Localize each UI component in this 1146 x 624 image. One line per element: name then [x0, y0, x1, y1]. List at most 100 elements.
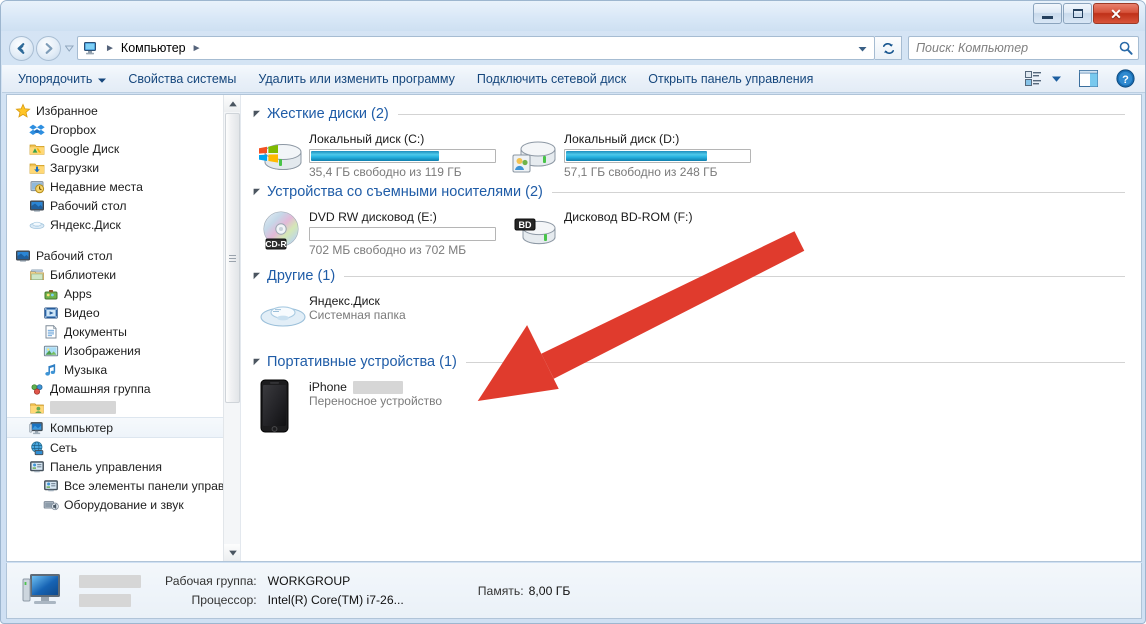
sidebar-item-недавние-места[interactable]: Недавние места — [7, 177, 240, 196]
scrollbar-grip — [229, 253, 236, 264]
homegroup-icon — [29, 381, 45, 397]
close-button[interactable]: ✕ — [1093, 3, 1139, 24]
sidebar-item-label: Все элементы панели управле — [64, 478, 238, 493]
sidebar-item-избранное[interactable]: Избранное — [7, 101, 240, 120]
command-organize[interactable]: Упорядочить — [7, 67, 117, 91]
group-portable-devices-header[interactable]: Портативные устройства (1) — [241, 353, 1141, 371]
breadcrumb-separator-2[interactable]: ► — [192, 43, 202, 54]
collapse-triangle-icon[interactable] — [253, 353, 261, 371]
sidebar-item-label: Избранное — [36, 103, 98, 118]
sidebar-item-label: Недавние места — [50, 179, 143, 194]
sidebar-item-рабочий-стол[interactable]: Рабочий стол — [7, 246, 240, 265]
video-library-icon — [43, 305, 59, 321]
sidebar-item-рабочий-стол[interactable]: Рабочий стол — [7, 196, 240, 215]
drive-name: Локальный диск (C:) — [309, 132, 425, 146]
navigation-pane: Избранное Dropbox Google Диск Загрузки Н… — [7, 95, 241, 561]
sidebar-item-сеть[interactable]: Сеть — [7, 438, 240, 457]
sidebar-item-redacted[interactable] — [7, 398, 240, 417]
computer-icon — [29, 420, 45, 436]
iphone-icon — [257, 379, 303, 433]
close-icon: ✕ — [1110, 5, 1122, 22]
network-icon — [29, 440, 45, 456]
breadcrumb-dropdown-button[interactable] — [854, 41, 870, 57]
sidebar-item-домашняя-группа[interactable]: Домашняя группа — [7, 379, 240, 398]
google-drive-folder-icon — [29, 141, 45, 157]
drive-tile[interactable]: Локальный диск (C:) 35,4 ГБ свободно из 1… — [257, 131, 512, 179]
documents-library-icon — [45, 324, 57, 338]
search-icon[interactable] — [1118, 40, 1134, 56]
recent-pages-button[interactable] — [64, 45, 74, 52]
group-title: Другие (1) — [267, 268, 336, 284]
drive-tile-body: Дисковод BD-ROM (F:) — [558, 209, 693, 251]
scroll-down-button[interactable] — [224, 544, 240, 561]
network-icon — [31, 440, 44, 455]
shared-drive-icon — [512, 131, 558, 175]
forward-button[interactable] — [36, 35, 61, 61]
group-hard-drives-items: Локальный диск (C:) 35,4 ГБ свободно из 1… — [241, 125, 1141, 183]
breadcrumb[interactable]: ► Компьютер ► — [77, 36, 875, 60]
breadcrumb-item-computer[interactable]: Компьютер — [119, 41, 188, 55]
sidebar-item-label: Домашняя группа — [50, 381, 151, 396]
sidebar-item-яндекс-диск[interactable]: Яндекс.Диск — [7, 215, 240, 234]
back-button[interactable] — [9, 35, 34, 61]
minimize-button[interactable] — [1033, 3, 1062, 24]
maximize-icon — [1072, 9, 1083, 18]
forward-arrow-icon — [45, 42, 53, 54]
details-machine-name — [79, 572, 165, 610]
group-divider — [551, 191, 1125, 193]
sidebar-item-все-элементы-панели-управле[interactable]: Все элементы панели управле — [7, 476, 240, 495]
chevron-down-icon — [98, 72, 107, 86]
command-uninstall-change-program[interactable]: Удалить или изменить программу — [247, 67, 466, 91]
sidebar-item-панель-управления[interactable]: Панель управления — [7, 457, 240, 476]
back-arrow-icon — [17, 42, 25, 54]
group-removable-devices-header[interactable]: Устройства со съемными носителями (2) — [241, 183, 1141, 201]
command-map-network-drive[interactable]: Подключить сетевой диск — [466, 67, 637, 91]
help-button[interactable]: ? — [1111, 67, 1139, 91]
collapse-triangle-icon[interactable] — [253, 183, 261, 201]
scrollbar-thumb[interactable] — [225, 113, 240, 403]
change-view-dropdown[interactable] — [1047, 67, 1065, 91]
preview-pane-button[interactable] — [1074, 67, 1102, 91]
sidebar-item-музыка[interactable]: Музыка — [7, 360, 240, 379]
sidebar-item-dropbox[interactable]: Dropbox — [7, 120, 240, 139]
sidebar-item-компьютер[interactable]: Компьютер — [7, 417, 240, 438]
svg-text:CD-R: CD-R — [265, 239, 286, 249]
collapse-triangle-icon[interactable] — [253, 105, 261, 123]
command-open-control-panel[interactable]: Открыть панель управления — [637, 67, 824, 91]
drive-tile[interactable]: Локальный диск (D:) 57,1 ГБ свободно из 2… — [512, 131, 767, 179]
yandex-disk-icon — [29, 217, 45, 233]
sidebar-item-apps[interactable]: Apps — [7, 284, 240, 303]
google-drive-folder-icon — [29, 144, 45, 155]
sidebar-item-видео[interactable]: Видео — [7, 303, 240, 322]
search-box[interactable] — [908, 36, 1139, 60]
drive-tile[interactable]: iPhone Переносное устройство — [257, 379, 442, 435]
command-system-properties[interactable]: Свойства системы — [117, 67, 247, 91]
drive-name: iPhone — [309, 380, 442, 395]
refresh-button[interactable] — [875, 36, 902, 60]
sidebar-item-документы[interactable]: Документы — [7, 322, 240, 341]
navigation-scrollbar[interactable] — [223, 95, 240, 561]
group-other-header[interactable]: Другие (1) — [241, 267, 1141, 285]
desktop-icon — [15, 248, 31, 264]
group-hard-drives-header[interactable]: Жесткие диски (2) — [241, 105, 1141, 123]
drive-tile[interactable]: CD-R DVD RW дисковод (E:) 702 МБ свободно … — [257, 209, 512, 257]
collapse-triangle-icon[interactable] — [253, 267, 261, 285]
scroll-up-button[interactable] — [224, 95, 240, 112]
item-list-pane[interactable]: Жесткие диски (2) Локальный диск (C:) 35,… — [241, 95, 1141, 561]
drive-tile[interactable]: BD Дисковод BD-ROM (F:) — [512, 209, 693, 251]
sidebar-item-загрузки[interactable]: Загрузки — [7, 158, 240, 177]
sidebar-item-оборудование-и-звук[interactable]: Оборудование и звук — [7, 495, 240, 514]
sidebar-item-label: Изображения — [64, 343, 141, 358]
capacity-bar — [564, 149, 751, 163]
sidebar-item-google-диск[interactable]: Google Диск — [7, 139, 240, 158]
drive-tile[interactable]: Яндекс.Диск Системная папка — [257, 293, 406, 335]
search-input[interactable] — [916, 41, 1118, 55]
sidebar-item-изображения[interactable]: Изображения — [7, 341, 240, 360]
maximize-button[interactable] — [1063, 3, 1092, 24]
star-icon — [15, 102, 31, 118]
sidebar-item-label: Рабочий стол — [36, 248, 113, 263]
libraries-icon — [30, 269, 44, 280]
sidebar-item-библиотеки[interactable]: Библиотеки — [7, 265, 240, 284]
change-view-button[interactable] — [1019, 67, 1047, 91]
details-pane: Рабочая группа: Процессор: WORKGROUP Int… — [6, 563, 1142, 619]
